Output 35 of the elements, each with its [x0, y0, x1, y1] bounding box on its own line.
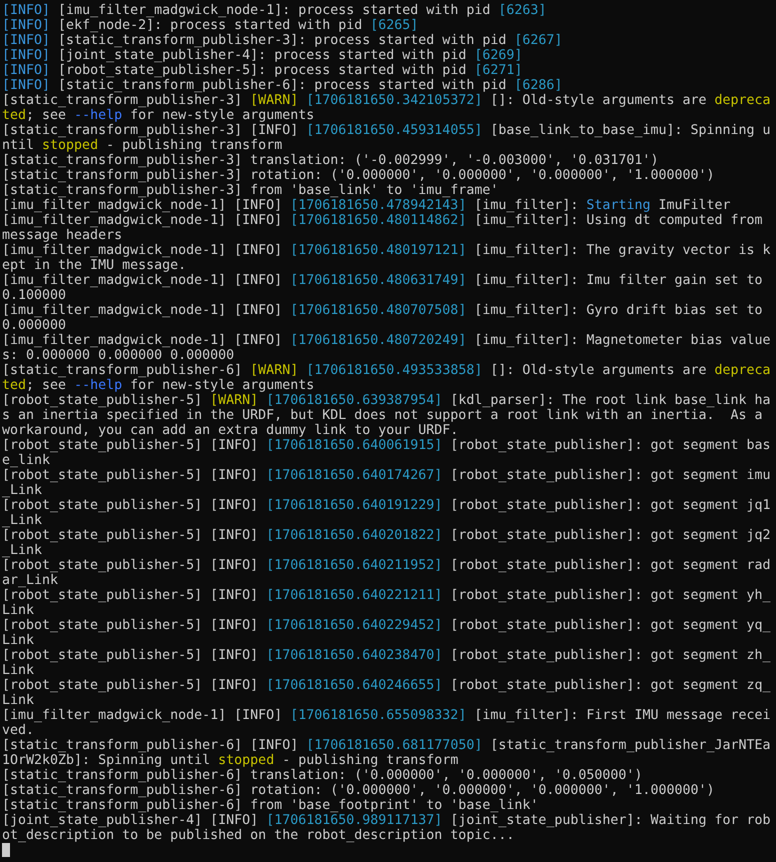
log-line: [static_transform_publisher-3] from 'base_link' to 'imu_frame' — [2, 183, 500, 198]
log-line: [static_transform_publisher-6] [WARN] [1706181650.493533858] []: Old-style arguments are deprecated; see --help for new-style arguments — [2, 363, 772, 393]
log-line: [joint_state_publisher-4] [INFO] [1706181650.989117137] [joint_state_publisher]: Waiting for robot_description to be published on the robot_description topic... — [2, 813, 772, 843]
log-line: [robot_state_publisher-5] [INFO] [1706181650.640061915] [robot_state_publisher]: got segment base_link — [2, 438, 772, 468]
log-line: [INFO] [joint_state_publisher-4]: process started with pid [6269] — [2, 48, 524, 63]
log-line: [static_transform_publisher-3] [INFO] [1706181650.459314055] [base_link_to_base_imu]: Spinning until stopped - publishing transform — [2, 123, 772, 153]
log-line: [static_transform_publisher-3] translation: ('-0.002999', '-0.003000', '0.031701') — [2, 153, 660, 168]
log-line: [robot_state_publisher-5] [INFO] [1706181650.640246655] [robot_state_publisher]: got segment zq_Link — [2, 678, 772, 708]
log-line: [imu_filter_madgwick_node-1] [INFO] [1706181650.480707508] [imu_filter]: Gyro drift bias set to 0.000000 — [2, 303, 764, 333]
log-line: [static_transform_publisher-3] rotation: ('0.000000', '0.000000', '0.000000', '1.000000') — [2, 168, 716, 183]
log-line: [imu_filter_madgwick_node-1] [INFO] [1706181650.478942143] [imu_filter]: Starting ImuFilter — [2, 198, 732, 213]
log-line: [robot_state_publisher-5] [INFO] [1706181650.640174267] [robot_state_publisher]: got segment imu_Link — [2, 468, 772, 498]
log-line: [static_transform_publisher-6] translation: ('0.000000', '0.000000', '0.050000') — [2, 768, 644, 783]
log-line: [static_transform_publisher-6] rotation: ('0.000000', '0.000000', '0.000000', '1.000000') — [2, 783, 716, 798]
log-line: [robot_state_publisher-5] [INFO] [1706181650.640191229] [robot_state_publisher]: got segment jq1_Link — [2, 498, 772, 528]
log-line: [imu_filter_madgwick_node-1] [INFO] [1706181650.480114862] [imu_filter]: Using dt computed from message headers — [2, 213, 764, 243]
log-line: [robot_state_publisher-5] [INFO] [1706181650.640211952] [robot_state_publisher]: got segment radar_Link — [2, 558, 772, 588]
log-line: [INFO] [imu_filter_madgwick_node-1]: process started with pid [6263] — [2, 3, 548, 18]
log-line: [imu_filter_madgwick_node-1] [INFO] [1706181650.480720249] [imu_filter]: Magnetometer bias values: 0.000000 0.000000 0.000000 — [2, 333, 772, 363]
log-line: [robot_state_publisher-5] [INFO] [1706181650.640238470] [robot_state_publisher]: got segment zh_Link — [2, 648, 772, 678]
log-line: [INFO] [robot_state_publisher-5]: process started with pid [6271] — [2, 63, 524, 78]
log-line: [robot_state_publisher-5] [INFO] [1706181650.640201822] [robot_state_publisher]: got segment jq2_Link — [2, 528, 772, 558]
log-line: [static_transform_publisher-6] from 'base_footprint' to 'base_link' — [2, 798, 540, 813]
log-line: [imu_filter_madgwick_node-1] [INFO] [1706181650.480631749] [imu_filter]: Imu filter gain set to 0.100000 — [2, 273, 764, 303]
log-line: [INFO] [static_transform_publisher-6]: process started with pid [6286] — [2, 78, 564, 93]
log-line: [static_transform_publisher-6] [INFO] [1706181650.681177050] [static_transform_publisher_JarNTEa1OrW2k0Zb]: Spinning until stopped - publishing transform — [2, 738, 772, 768]
log-line: [imu_filter_madgwick_node-1] [INFO] [1706181650.480197121] [imu_filter]: The gravity vector is kept in the IMU message. — [2, 243, 772, 273]
log-line: [robot_state_publisher-5] [WARN] [1706181650.639387954] [kdl_parser]: The root link base_link has an inertia specified in the URDF, but KDL does not support a root link with an inertia. As a workaround, you can add an extra dummy link to your URDF. — [2, 393, 772, 438]
log-line: [INFO] [ekf_node-2]: process started with pid [6265] — [2, 18, 420, 33]
log-line: [imu_filter_madgwick_node-1] [INFO] [1706181650.655098332] [imu_filter]: First IMU message received. — [2, 708, 772, 738]
log-line: [robot_state_publisher-5] [INFO] [1706181650.640221211] [robot_state_publisher]: got segment yh_Link — [2, 588, 772, 618]
log-line: [INFO] [static_transform_publisher-3]: process started with pid [6267] — [2, 33, 564, 48]
log-line: [static_transform_publisher-3] [WARN] [1706181650.342105372] []: Old-style arguments are deprecated; see --help for new-style arguments — [2, 93, 772, 123]
text-cursor — [2, 843, 10, 857]
log-line: [robot_state_publisher-5] [INFO] [1706181650.640229452] [robot_state_publisher]: got segment yq_Link — [2, 618, 772, 648]
